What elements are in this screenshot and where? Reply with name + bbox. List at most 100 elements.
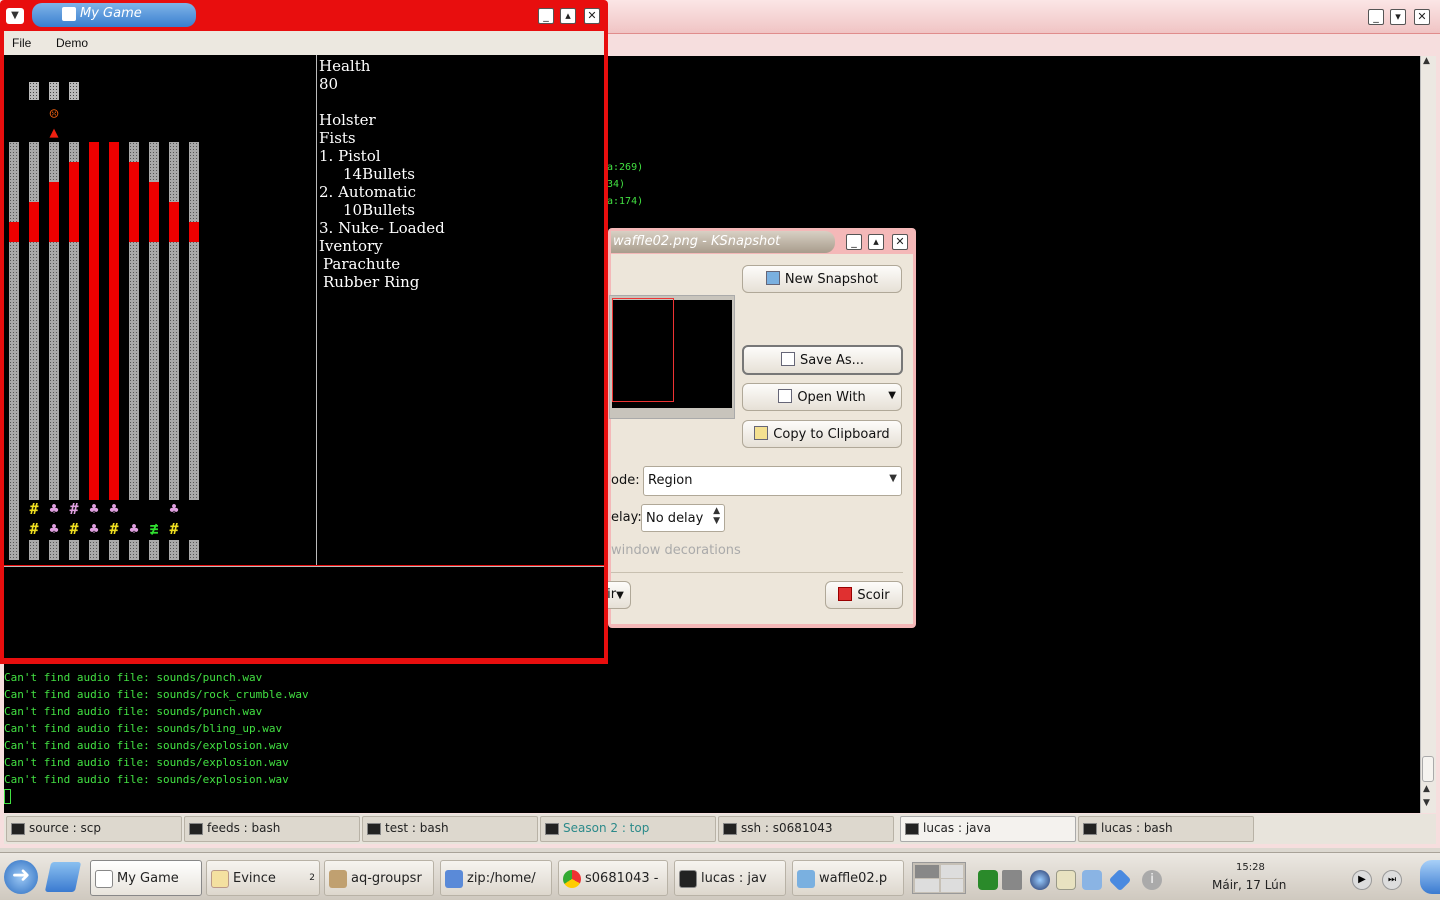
game-map[interactable]: ☹ ▲ # ♣ # ♣ ♣ ♣ # ♣ # ♣ # ♣ ≢ # <box>4 55 316 565</box>
clock-date[interactable]: Máir, 17 Lún <box>1212 878 1286 892</box>
desktop-3[interactable] <box>915 879 939 892</box>
ksnapshot-title[interactable]: waffle02.png - KSnapshot <box>611 231 835 253</box>
game-title-label: My Game <box>80 6 142 21</box>
scrollbar-thumb[interactable] <box>1422 756 1434 782</box>
volume-icon[interactable] <box>1002 870 1022 890</box>
file-manager-icon[interactable] <box>44 862 82 892</box>
window-menu-icon[interactable]: ▼ <box>6 8 24 24</box>
konsole-maximize-button[interactable]: ▾ <box>1390 9 1406 25</box>
session-tab-label: lucas : bash <box>1101 821 1173 835</box>
terminal-icon <box>11 823 25 835</box>
lava-segment <box>9 222 19 242</box>
calendar-icon[interactable] <box>978 870 998 890</box>
new-snapshot-button[interactable]: New Snapshot <box>742 265 902 293</box>
terminal-line: Can't find audio file: sounds/explosion.… <box>4 756 289 769</box>
clock-time[interactable]: 15:28 <box>1236 862 1265 873</box>
ksnapshot-close-button[interactable]: ✕ <box>892 234 908 250</box>
session-tab-label: Season 2 : top <box>563 821 650 835</box>
terminal-line: Can't find audio file: sounds/rock_crumb… <box>4 688 309 701</box>
weapon-fists: Fists <box>319 129 356 147</box>
task-aq-groups[interactable]: aq-groupsr <box>324 860 434 896</box>
delay-spinbox[interactable]: No delay ▲ ▼ <box>641 504 725 532</box>
menu-file[interactable]: File <box>12 36 31 50</box>
clipboard-icon[interactable] <box>1056 870 1076 890</box>
java-icon <box>95 870 113 888</box>
konsole-minimize-button[interactable]: _ <box>1368 9 1384 25</box>
inventory-item: Parachute <box>323 255 401 273</box>
network-icon[interactable] <box>1030 870 1050 890</box>
camera-icon <box>765 271 780 285</box>
game-close-button[interactable]: ✕ <box>584 8 600 24</box>
inventory-item: Rubber Ring <box>323 273 420 291</box>
club-icon: ♣ <box>169 500 179 518</box>
terminal-scrollbar[interactable]: ▲ ▲ ▼ <box>1420 56 1436 813</box>
treasure-hash-icon: # <box>69 500 79 518</box>
session-tab-season2[interactable]: Season 2 : top <box>540 816 716 842</box>
holster-label: Holster <box>319 111 376 129</box>
desktop-1[interactable] <box>915 865 939 878</box>
konsole-close-button[interactable]: ✕ <box>1414 9 1430 25</box>
quit-button[interactable]: Scoir <box>825 581 903 609</box>
chevron-down-icon: ▼ <box>888 390 896 401</box>
spin-arrows-icon[interactable]: ▲ ▼ <box>713 506 720 526</box>
panel-hide-icon[interactable] <box>1420 860 1440 894</box>
session-tab-ssh[interactable]: ssh : s0681043 <box>718 816 894 842</box>
treasure-hash-icon: # <box>109 520 119 538</box>
task-lucas-java[interactable]: lucas : jav <box>674 860 786 896</box>
back-arrow-icon[interactable]: ➜ <box>4 860 38 894</box>
stone-column <box>189 142 199 560</box>
media-next-icon[interactable]: ⏭ <box>1382 870 1402 890</box>
scroll-down-icon[interactable]: ▼ <box>1423 798 1430 808</box>
terminal-line: Can't find audio file: sounds/punch.wav <box>4 705 263 718</box>
task-ksnapshot[interactable]: waffle02.p <box>792 860 904 896</box>
copy-clipboard-button[interactable]: Copy to Clipboard <box>742 420 902 448</box>
desktop-4[interactable] <box>941 879 963 892</box>
session-tab-source[interactable]: source : scp <box>6 816 182 842</box>
game-minimize-button[interactable]: _ <box>538 8 554 24</box>
capture-mode-select[interactable]: Region ▼ <box>643 466 902 496</box>
capture-mode-value: Region <box>648 473 693 488</box>
inventory-label: Iventory <box>319 237 383 255</box>
terminal-cursor <box>4 789 11 804</box>
task-my-game[interactable]: My Game <box>90 860 202 896</box>
game-console[interactable] <box>4 566 604 658</box>
ksnapshot-maximize-button[interactable]: ▴ <box>868 234 884 250</box>
treasure-hash-icon: # <box>69 520 79 538</box>
game-title[interactable]: My Game <box>32 3 196 27</box>
lava-segment <box>69 162 79 242</box>
lava-segment <box>129 162 139 242</box>
task-group-count: 2 <box>309 873 315 883</box>
menu-demo[interactable]: Demo <box>56 36 88 50</box>
media-play-icon[interactable]: ▶ <box>1352 870 1372 890</box>
game-maximize-button[interactable]: ▴ <box>560 8 576 24</box>
desktop-pager[interactable] <box>912 862 966 894</box>
ksnapshot-minimize-button[interactable]: _ <box>846 234 862 250</box>
game-menubar: File Demo <box>4 31 604 55</box>
treasure-hash-icon: # <box>169 520 179 538</box>
game-stats-panel: Health 80 Holster Fists 1. Pistol 14Bull… <box>316 55 604 565</box>
window-decorations-checkbox[interactable]: window decorations <box>611 543 741 558</box>
stone-column <box>9 142 19 560</box>
display-icon[interactable] <box>1082 870 1102 890</box>
info-icon[interactable]: i <box>1142 870 1162 890</box>
desktop-2[interactable] <box>941 865 963 878</box>
session-tab-feeds[interactable]: feeds : bash <box>184 816 360 842</box>
weapon-automatic: 2. Automatic <box>319 183 417 201</box>
scroll-up-icon[interactable]: ▲ <box>1423 56 1430 66</box>
chevron-down-icon: ▼ <box>889 473 897 484</box>
terminal-fragment: a:269) <box>607 162 644 173</box>
scroll-up-icon[interactable]: ▲ <box>1423 784 1430 794</box>
task-zip-home[interactable]: zip:/home/ <box>440 860 552 896</box>
terminal-icon <box>679 870 697 888</box>
task-evince[interactable]: Evince 2 <box>206 860 320 896</box>
session-tab-label: ssh : s0681043 <box>741 821 833 835</box>
session-tab-test[interactable]: test : bash <box>362 816 538 842</box>
task-chrome[interactable]: s0681043 - <box>558 860 668 896</box>
save-as-button[interactable]: Save As... <box>742 345 903 375</box>
session-tab-label: lucas : java <box>923 821 991 835</box>
terminal-fragment: a:174) <box>607 196 644 207</box>
session-tab-lucas-java[interactable]: lucas : java <box>900 816 1076 842</box>
session-tab-lucas-bash[interactable]: lucas : bash <box>1078 816 1254 842</box>
open-with-button[interactable]: Open With ▼ <box>742 383 902 411</box>
copy-clipboard-label: Copy to Clipboard <box>773 427 890 442</box>
